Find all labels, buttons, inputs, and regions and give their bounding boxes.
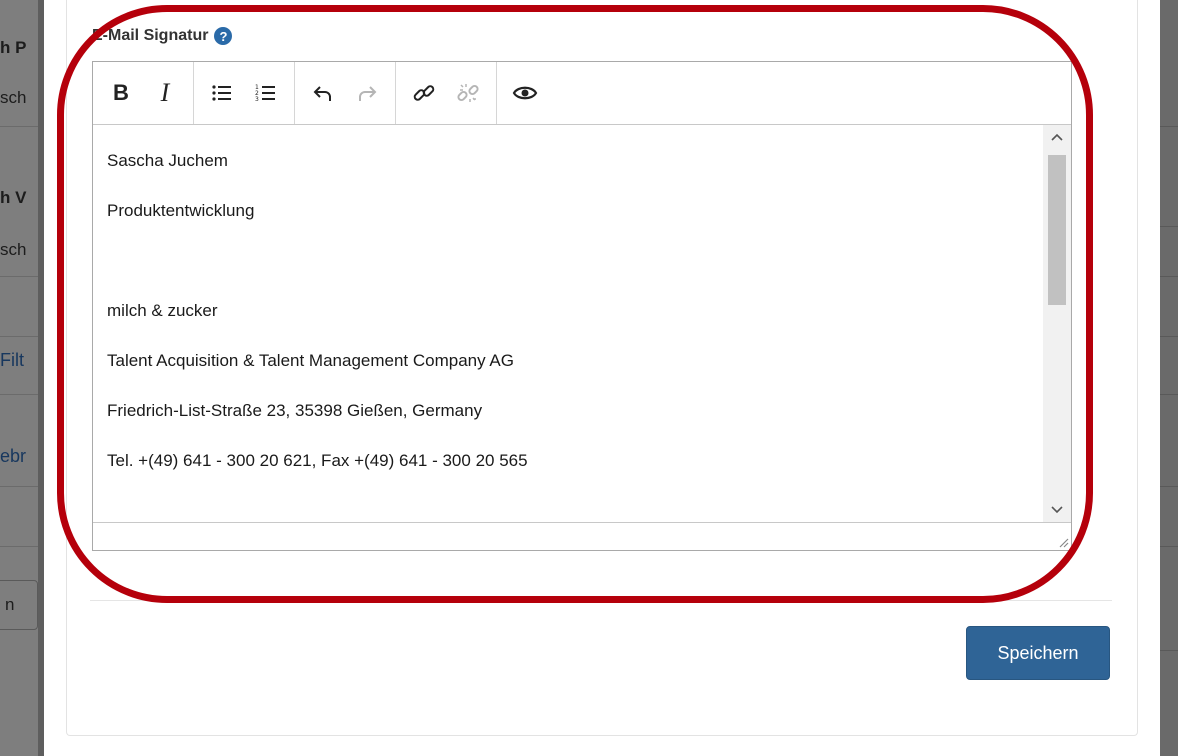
modal-footer-divider bbox=[90, 600, 1112, 601]
save-button[interactable]: Speichern bbox=[966, 626, 1110, 680]
toolbar-group-history bbox=[295, 62, 396, 124]
signature-line: Produktentwicklung bbox=[107, 201, 255, 220]
bold-button[interactable]: B bbox=[99, 71, 143, 115]
background-left-strip: h P sch h V sch Filt ebr n bbox=[0, 0, 44, 756]
signature-line: Tel. +(49) 641 - 300 20 621, Fax +(49) 6… bbox=[107, 451, 528, 470]
bold-icon: B bbox=[113, 80, 129, 105]
editor-toolbar: B I 1 2 3 bbox=[93, 62, 1071, 125]
signature-line: milch & zucker bbox=[107, 301, 218, 320]
bg-link-fragment: Filt bbox=[0, 350, 24, 370]
bullet-list-icon bbox=[212, 85, 231, 101]
scroll-down-icon[interactable] bbox=[1043, 498, 1071, 522]
numbered-list-button[interactable]: 1 2 3 bbox=[244, 71, 288, 115]
signature-line: Talent Acquisition & Talent Management C… bbox=[107, 351, 514, 370]
italic-button[interactable]: I bbox=[143, 71, 187, 115]
editor-scrollbar[interactable] bbox=[1043, 125, 1071, 522]
numbered-list-icon: 1 2 3 bbox=[255, 84, 275, 103]
bg-label-fragment: h V bbox=[0, 188, 27, 207]
italic-icon: I bbox=[160, 78, 170, 107]
bg-link-fragment: ebr bbox=[0, 446, 27, 466]
signature-modal: E-Mail Signatur ? B I 1 2 3 Sascha Juche… bbox=[44, 0, 1160, 756]
preview-eye-icon bbox=[512, 86, 538, 100]
signature-editor: B I 1 2 3 Sascha Juchem Produktentwicklu… bbox=[92, 61, 1072, 551]
svg-text:3: 3 bbox=[255, 96, 259, 103]
email-signature-label: E-Mail Signatur ? bbox=[92, 27, 233, 45]
link-icon bbox=[413, 85, 435, 101]
bg-button-fragment: n bbox=[0, 580, 38, 630]
resize-handle-icon[interactable] bbox=[1057, 536, 1069, 548]
toolbar-group-links bbox=[396, 62, 497, 124]
scroll-up-icon[interactable] bbox=[1043, 125, 1071, 149]
redo-button[interactable] bbox=[345, 71, 389, 115]
editor-content[interactable]: Sascha Juchem Produktentwicklung milch &… bbox=[93, 125, 1043, 522]
bg-input-fragment: sch bbox=[0, 240, 27, 259]
bg-input-fragment: sch bbox=[0, 88, 27, 107]
signature-line: Sascha Juchem bbox=[107, 151, 228, 170]
unlink-icon bbox=[457, 84, 479, 102]
signature-line: Friedrich-List-Straße 23, 35398 Gießen, … bbox=[107, 401, 483, 420]
toolbar-group-view bbox=[497, 62, 553, 124]
link-button[interactable] bbox=[402, 71, 446, 115]
editor-statusbar bbox=[93, 522, 1071, 550]
preview-button[interactable] bbox=[503, 71, 547, 115]
background-right-strip bbox=[1160, 0, 1178, 756]
signature-line-empty bbox=[107, 251, 1029, 271]
undo-icon bbox=[313, 86, 331, 101]
toolbar-group-formatting: B I bbox=[93, 62, 194, 124]
undo-button[interactable] bbox=[301, 71, 345, 115]
bullet-list-button[interactable] bbox=[200, 71, 244, 115]
question-circle-icon[interactable]: ? bbox=[214, 27, 233, 45]
scroll-thumb[interactable] bbox=[1048, 155, 1066, 305]
redo-icon bbox=[359, 86, 377, 101]
unlink-button[interactable] bbox=[446, 71, 490, 115]
bg-label-fragment: h P bbox=[0, 38, 27, 57]
toolbar-group-lists: 1 2 3 bbox=[194, 62, 295, 124]
